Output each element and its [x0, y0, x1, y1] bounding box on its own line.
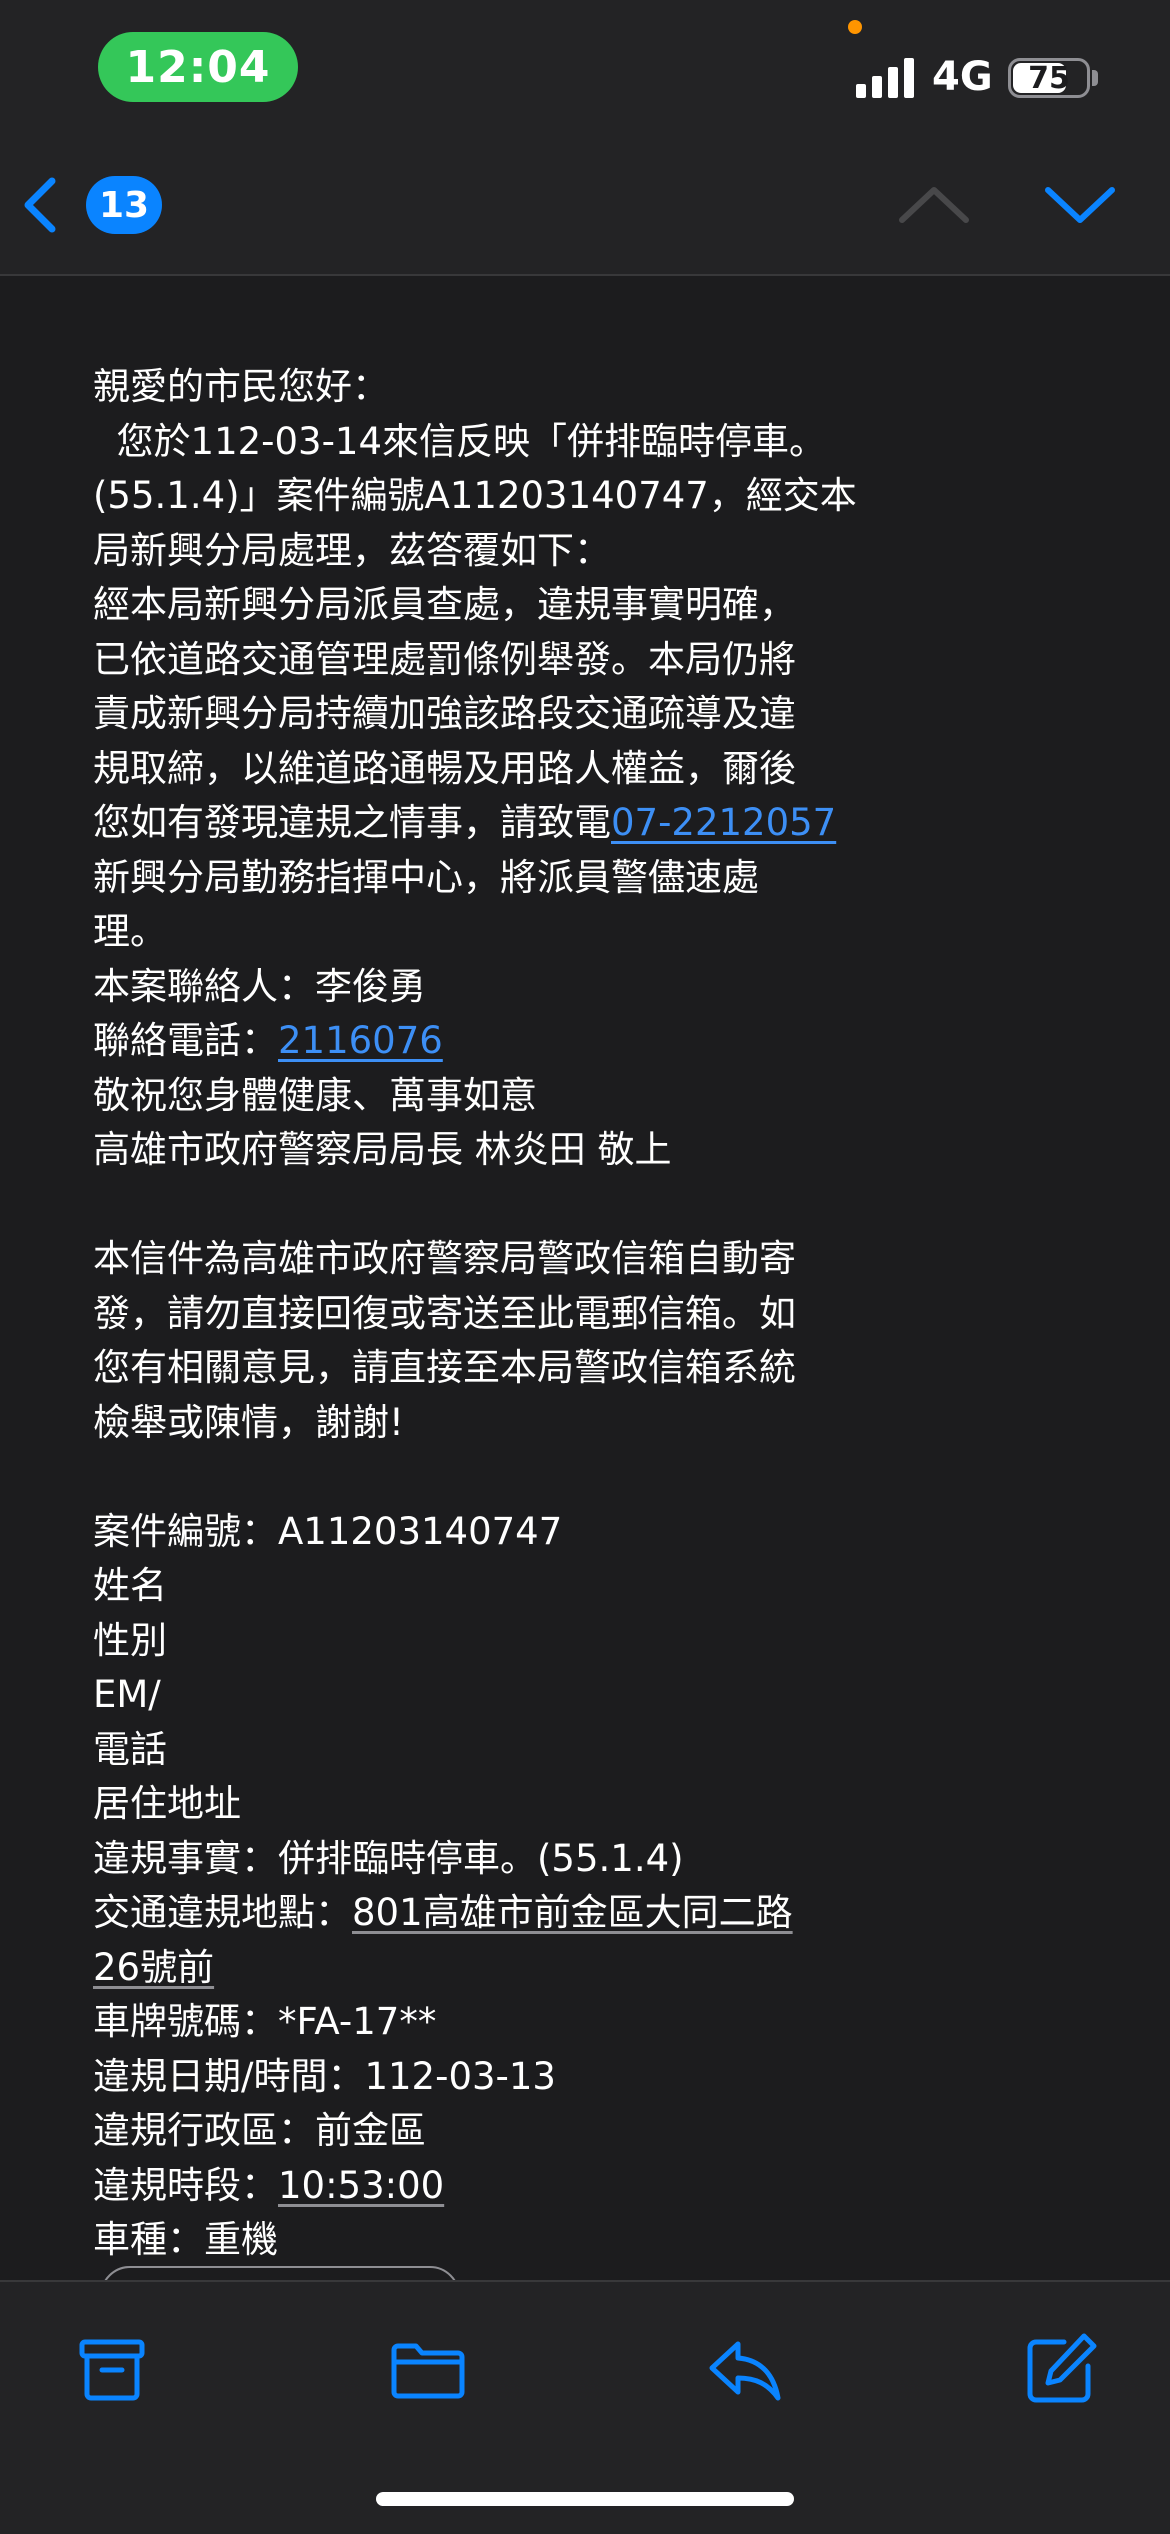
intro-line: 局新興分局處理，茲答覆如下： — [93, 528, 611, 572]
field-label: 居住地址 — [93, 1782, 241, 1825]
mail-content[interactable]: 親愛的市民您好： 您於112-03-14來信反映「併排臨時停車。 (55.1.4… — [0, 276, 1170, 2280]
field-label: 性別 — [93, 1618, 167, 1662]
time-link[interactable]: 10:53:00 — [278, 2164, 444, 2207]
folder-icon[interactable] — [388, 2330, 468, 2410]
notice-line: 發，請勿直接回復或寄送至此電郵信箱。如 — [93, 1291, 796, 1335]
reply-line: 理。 — [93, 910, 167, 953]
intro-line: (55.1.4)」案件編號A11203140747，經交本 — [93, 474, 857, 517]
field-gender: 性別 — [93, 1614, 1093, 1669]
violation-location-cont: 26號前 — [93, 1941, 1093, 1996]
field-label: 電話 — [93, 1727, 167, 1771]
notice-line: 您有相關意見，請直接至本局警政信箱系統 — [93, 1346, 796, 1389]
wishes: 敬祝您身體健康、萬事如意 — [93, 1073, 537, 1117]
greeting: 親愛的市民您好： — [93, 365, 389, 408]
case-number: 案件編號：A11203140747 — [93, 1509, 563, 1553]
plate-number: 車牌號碼：*FA-17** — [93, 2000, 437, 2043]
archive-icon[interactable] — [72, 2330, 152, 2410]
field-phone: 電話 — [93, 1723, 1093, 1778]
reply-icon[interactable] — [704, 2330, 784, 2410]
status-time[interactable]: 12:04 — [98, 32, 298, 102]
reply-line: 規取締，以維道路通暢及用路人權益，爾後 — [93, 746, 796, 790]
field-name: 姓名 — [93, 1559, 1093, 1614]
compose-icon[interactable] — [1020, 2330, 1100, 2410]
violation-location: 交通違規地點：801高雄市前金區大同二路 — [93, 1886, 1093, 1941]
field-label: 姓名 — [93, 1564, 167, 1607]
reply-line: 您如有發現違規之情事，請致電07-2212057 — [93, 796, 1093, 851]
back-button[interactable]: 13 — [20, 170, 162, 240]
reply-line-text: 您如有發現違規之情事，請致電 — [93, 801, 611, 844]
violation-time: 違規時段：10:53:00 — [93, 2159, 1093, 2214]
chevron-left-icon — [24, 177, 56, 233]
address-link[interactable]: 801高雄市前金區大同二路 — [352, 1891, 793, 1934]
intro-line: 您於112-03-14來信反映「併排臨時停車。 — [93, 419, 827, 463]
partially-hidden-button[interactable] — [100, 2266, 460, 2280]
reply-line: 責成新興分局持續加強該路段交通疏導及違 — [93, 692, 796, 735]
redacted-value — [241, 1788, 681, 1823]
chevron-up-icon[interactable] — [896, 180, 972, 230]
signature: 高雄市政府警察局局長 林炎田 敬上 — [93, 1128, 672, 1171]
address-link[interactable]: 26號前 — [93, 1946, 214, 1989]
field-address: 居住地址 — [93, 1777, 1093, 1832]
field-label: EM/ — [93, 1673, 161, 1716]
unread-count-badge: 13 — [86, 176, 162, 234]
contact-person: 本案聯絡人：李俊勇 — [93, 964, 426, 1008]
mail-navigation-bar: 13 — [0, 140, 1170, 276]
network-type: 4G — [932, 54, 993, 100]
redacted-value — [160, 1679, 601, 1714]
cellular-signal-icon — [856, 58, 914, 98]
violation-fact: 違規事實：併排臨時停車。(55.1.4) — [93, 1836, 684, 1880]
reply-line: 已依道路交通管理處罰條例舉發。本局仍將 — [93, 637, 796, 681]
status-bar: 12:04 4G 75 — [0, 0, 1170, 140]
redacted-value — [167, 1734, 607, 1768]
reply-line: 新興分局勤務指揮中心，將派員警儘速處 — [93, 855, 759, 899]
notice-line: 檢舉或陳情，謝謝! — [93, 1400, 404, 1444]
violation-date: 違規日期/時間：112-03-13 — [93, 2054, 556, 2098]
field-email: EM/ — [93, 1668, 1093, 1723]
redacted-value — [167, 1570, 607, 1605]
vehicle-type: 車種：重機 — [93, 2218, 278, 2261]
chevron-down-icon[interactable] — [1042, 180, 1118, 230]
field-label: 交通違規地點： — [93, 1891, 352, 1934]
mail-body: 親愛的市民您好： 您於112-03-14來信反映「併排臨時停車。 (55.1.4… — [93, 360, 1093, 2268]
contact-phone-label: 聯絡電話： — [93, 1019, 278, 1062]
field-label: 違規時段： — [93, 2163, 278, 2207]
home-indicator[interactable] — [376, 2492, 794, 2506]
reply-line: 經本局新興分局派員查處，違規事實明確， — [93, 583, 796, 626]
battery-percentage: 75 — [1028, 60, 1070, 96]
phone-link[interactable]: 2116076 — [278, 1019, 443, 1062]
violation-district: 違規行政區：前金區 — [93, 2109, 426, 2152]
notice-line: 本信件為高雄市政府警察局警政信箱自動寄 — [93, 1237, 796, 1280]
battery-terminal — [1092, 70, 1098, 86]
phone-link[interactable]: 07-2212057 — [611, 801, 836, 844]
redacted-value — [167, 1625, 607, 1659]
battery-icon: 75 — [1008, 58, 1090, 98]
privacy-indicator-dot — [848, 20, 862, 34]
contact-phone: 聯絡電話：2116076 — [93, 1014, 1093, 1069]
